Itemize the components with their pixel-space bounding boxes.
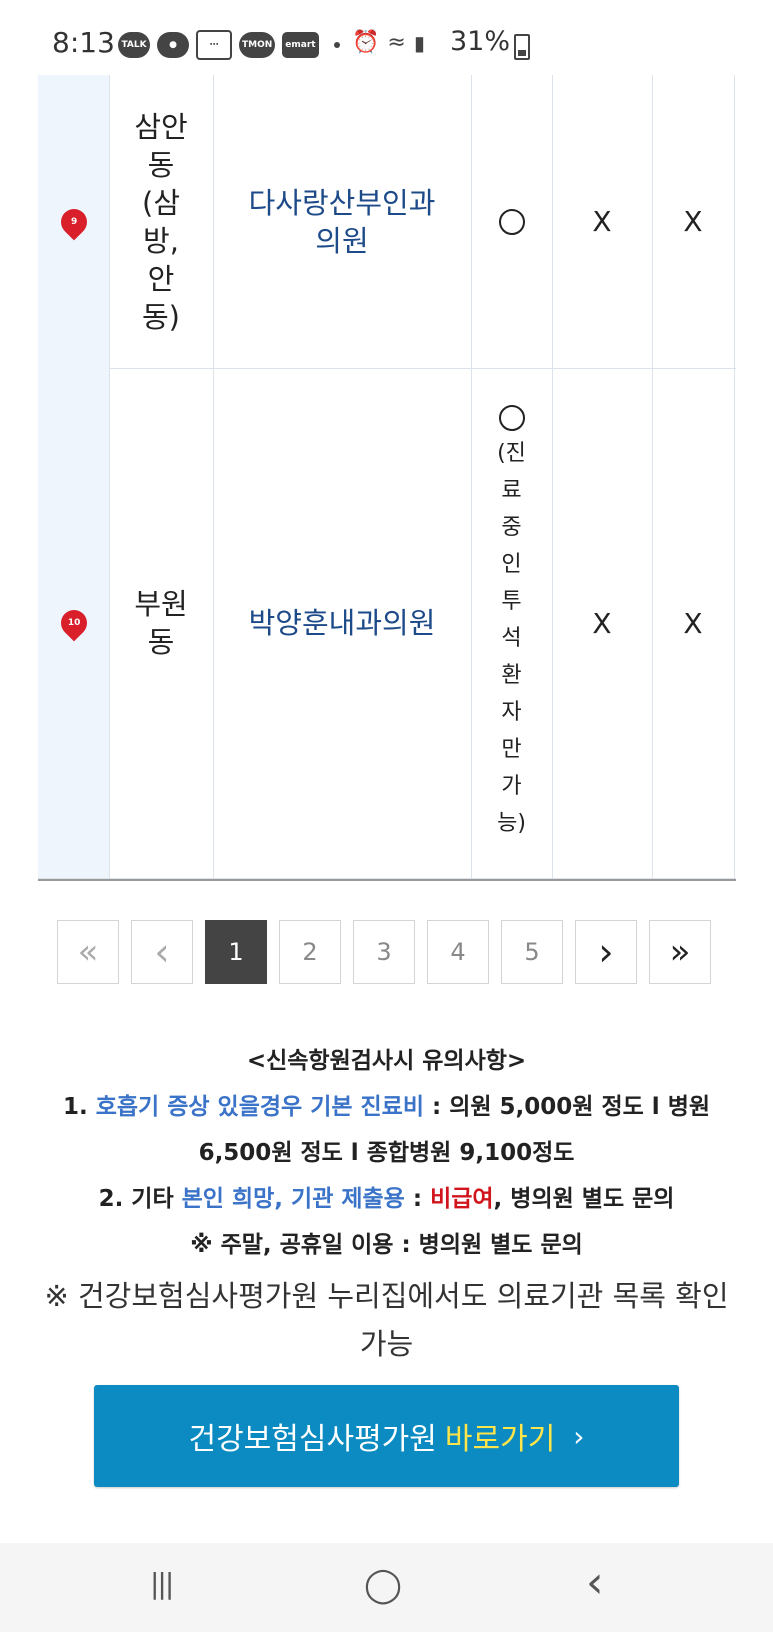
last-page-button[interactable]: » [649,920,711,984]
circle-mark-icon [498,208,525,235]
table-row: 10 부원 동 박양훈내과의원 (진 료 중 인 투 석 환 자 만 가 능) … [38,368,736,879]
reference-note: ※ 건강보험심사평가원 누리집에서도 의료기관 목록 확인 가능 [44,1279,729,1361]
page-5-button[interactable]: 5 [501,920,563,984]
chat-bubble-icon: ● [157,32,189,58]
x-mark-cell: X [652,368,735,878]
next-page-button[interactable]: › [575,920,637,984]
page-3-button[interactable]: 3 [353,920,415,984]
talk-icon: TALK [118,32,150,58]
home-button[interactable]: ◯ [364,1565,402,1605]
note-line-2: 2. 기타 본인 희망, 기관 제출용 : 비급여, 병의원 별도 문의 [98,1186,675,1212]
status-time: 8:13 [52,26,115,59]
table-row: 9 삼안 동 (삼 방, 안 동) 다사랑산부인과 의원 X X [38,75,736,369]
page-1-button[interactable]: 1 [205,920,267,984]
note-line-1: 1. 호흡기 증상 있을경우 기본 진료비 : 의원 5,000원 정도 l 병… [62,1094,711,1166]
battery-icon [514,34,530,60]
available-cell [471,75,553,368]
emart-icon: emart [282,32,319,58]
cta-label: 건강보험심사평가원 [188,1422,437,1457]
first-page-button[interactable]: « [57,920,119,984]
map-pin-icon[interactable]: 9 [55,203,92,240]
dong-cell: 부원 동 [109,368,214,878]
pagination: « ‹ 1 2 3 4 5 › » [57,920,711,984]
table-bottom-border [38,879,736,881]
dong-cell: 삼안 동 (삼 방, 안 동) [109,75,214,368]
clinic-name-link[interactable]: 박양훈내과의원 [213,368,472,878]
prev-page-button[interactable]: ‹ [131,920,193,984]
note-line-3: ※ 주말, 공휴일 이용 : 병의원 별도 문의 [190,1232,583,1258]
alarm-icon: ⏰ [352,30,380,55]
signal-icon: ▮ [413,30,425,55]
circle-mark-icon [498,404,525,431]
system-icons: ⏰ ≈ ▮ [352,30,425,55]
page-2-button[interactable]: 2 [279,920,341,984]
x-mark-cell: X [652,75,735,368]
hira-shortcut-button[interactable]: 건강보험심사평가원 바로가기 › [94,1385,679,1487]
x-mark-cell: X [552,368,653,878]
chevron-right-icon: › [573,1419,585,1453]
notification-icons: TALK ● ⋯ TMON emart [118,30,340,60]
cta-accent: 바로가기 [444,1422,556,1457]
map-pin-cell: 10 [38,368,110,878]
android-nav-bar: ||| ◯ ‹ [0,1543,773,1632]
back-button[interactable]: ‹ [586,1557,604,1608]
recents-button[interactable]: ||| [150,1567,174,1600]
battery-percent: 31% [450,26,511,57]
map-pin-cell: 9 [38,75,110,368]
more-notifications-icon [333,42,340,48]
clinic-name-link[interactable]: 다사랑산부인과 의원 [213,75,472,368]
availability-note: (진 료 중 인 투 석 환 자 만 가 능) [497,440,526,836]
message-icon: ⋯ [196,30,232,60]
page-4-button[interactable]: 4 [427,920,489,984]
available-cell: (진 료 중 인 투 석 환 자 만 가 능) [471,368,553,878]
notes-section: <신속항원검사시 유의사항> 1. 호흡기 증상 있을경우 기본 진료비 : 의… [30,1038,743,1368]
map-pin-icon[interactable]: 10 [55,604,92,642]
x-mark-cell: X [552,75,653,368]
tmon-icon: TMON [239,32,276,58]
wifi-icon: ≈ [387,30,406,55]
notes-title: <신속항원검사시 유의사항> [246,1048,527,1074]
